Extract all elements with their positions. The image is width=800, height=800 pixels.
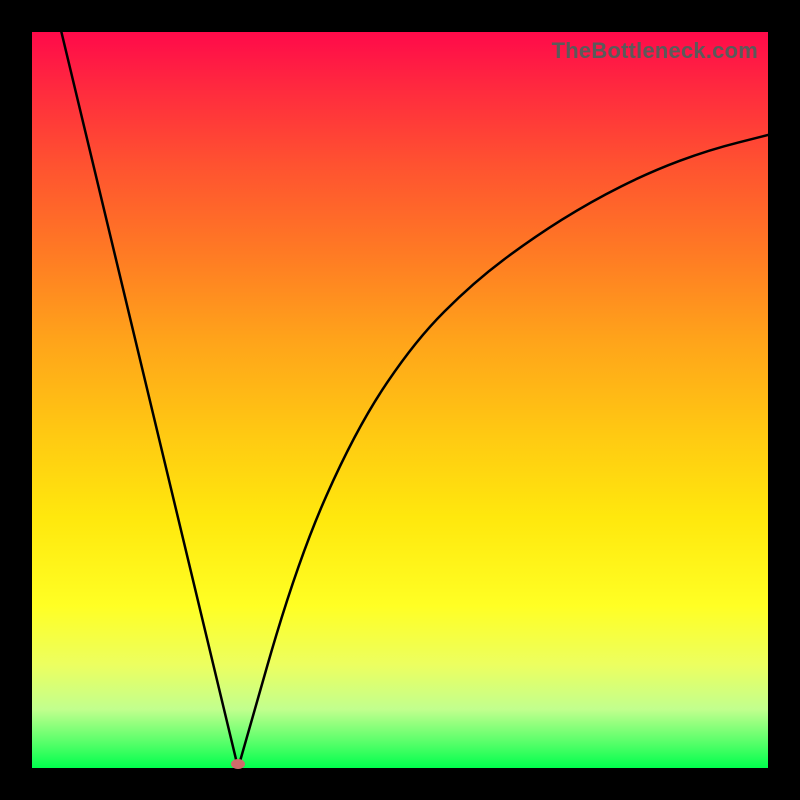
chart-line bbox=[32, 32, 768, 768]
chart-container: TheBottleneck.com bbox=[0, 0, 800, 800]
minimum-marker-dot bbox=[231, 759, 245, 769]
plot-area: TheBottleneck.com bbox=[32, 32, 768, 768]
